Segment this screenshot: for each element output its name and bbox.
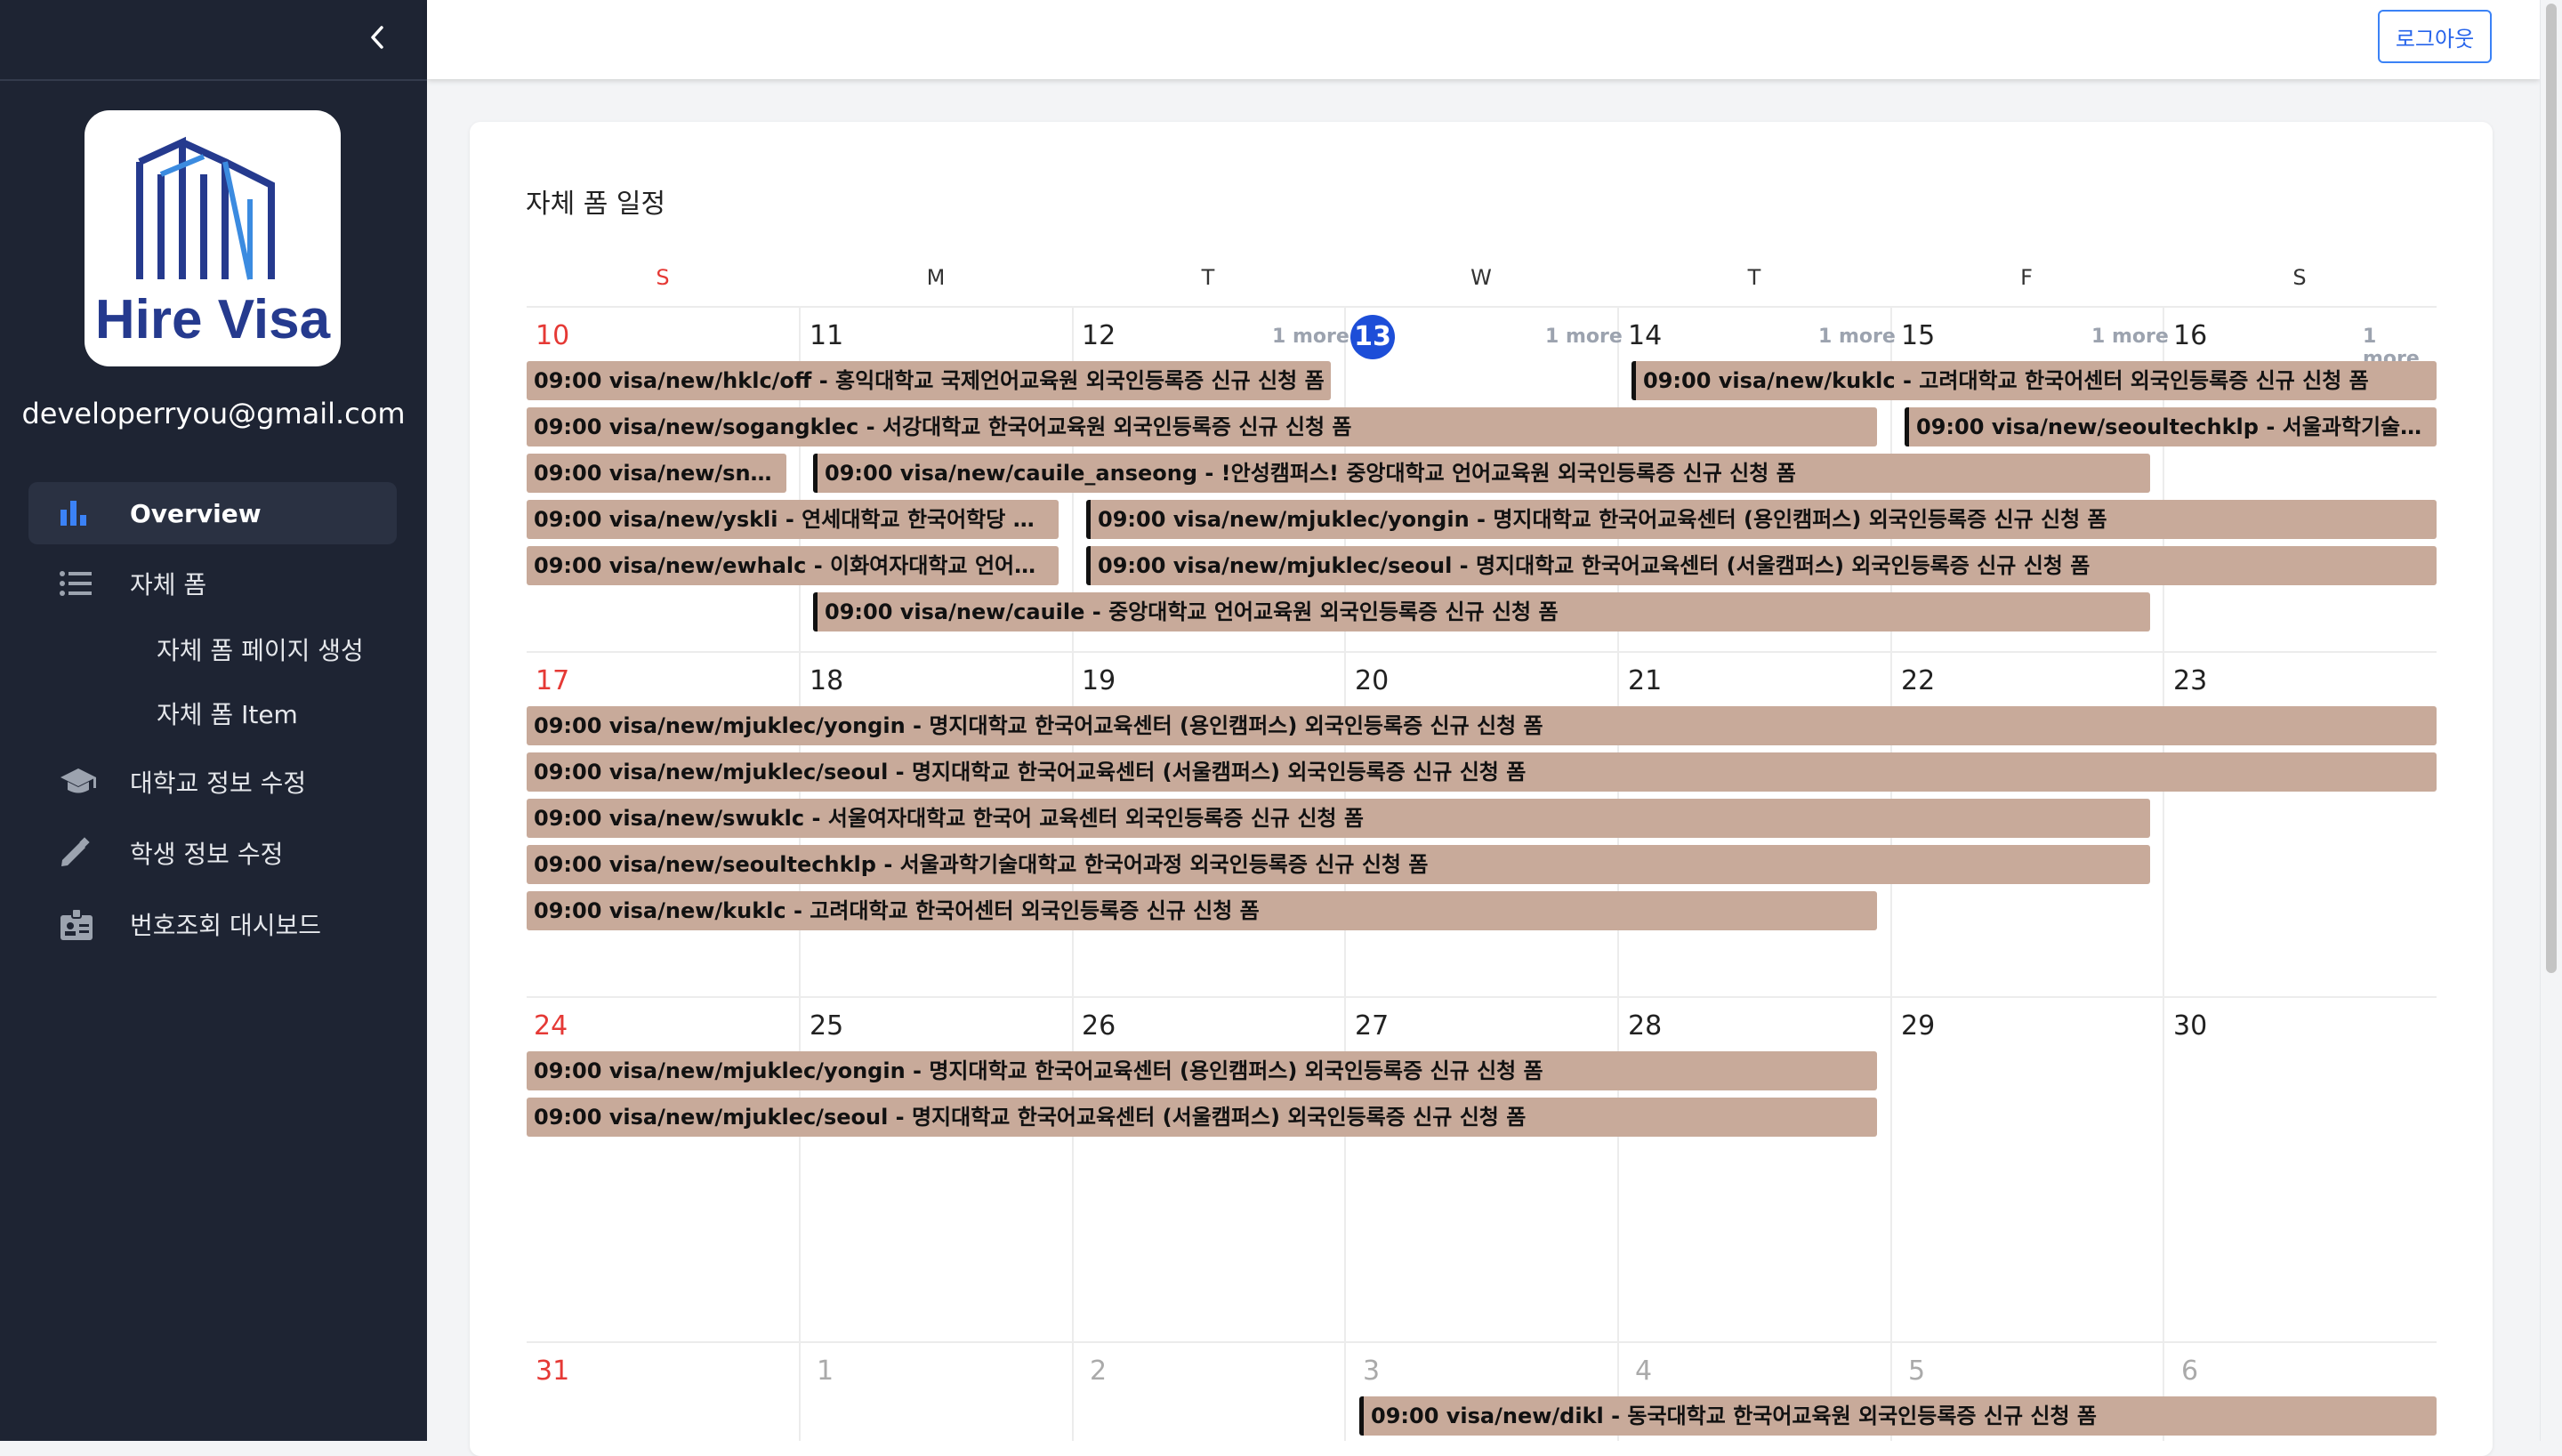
sidebar-item-number-dashboard[interactable]: 번호조회 대시보드 xyxy=(28,893,397,955)
scrollbar-thumb[interactable] xyxy=(2546,4,2557,973)
day-number[interactable]: 30 xyxy=(2173,1010,2207,1042)
graduation-cap-icon xyxy=(59,767,112,797)
day-number[interactable]: 10 xyxy=(536,320,569,352)
more-link[interactable]: 1 more xyxy=(1818,326,1896,348)
sidebar-divider xyxy=(0,79,427,81)
calendar-event[interactable]: 09:00 visa/new/mjuklec/yongin - 명지대학교 한국… xyxy=(1086,500,2437,539)
sidebar-collapse-button[interactable] xyxy=(361,20,393,55)
week-divider xyxy=(527,651,2437,653)
calendar-event[interactable]: 09:00 visa/new/yskli - 연세대학교 한국어학당 외국인등록… xyxy=(527,500,1059,539)
day-number[interactable]: 12 xyxy=(1082,320,1116,352)
day-number[interactable]: 22 xyxy=(1901,665,1935,697)
calendar-event[interactable]: 09:00 visa/new/sogangklec - 서강대학교 한국어교육원… xyxy=(527,407,1877,446)
weekday-header: S xyxy=(656,265,670,290)
page-title: 자체 폼 일정 xyxy=(526,189,666,220)
list-icon xyxy=(59,570,112,597)
calendar-event[interactable]: 09:00 visa/new/dikl - 동국대학교 한국어교육원 외국인등록… xyxy=(1359,1396,2437,1436)
calendar-event[interactable]: 09:00 visa/new/mjuklec/seoul - 명지대학교 한국어… xyxy=(527,752,2437,792)
week-divider xyxy=(527,996,2437,998)
day-number[interactable]: 2 xyxy=(1090,1355,1107,1388)
day-number[interactable]: 20 xyxy=(1355,665,1389,697)
day-number[interactable]: 15 xyxy=(1901,320,1935,352)
header-divider xyxy=(527,306,2437,308)
month-calendar: S M T W T F S 10 11 12 13 14 15 16 1 mor… xyxy=(527,249,2437,1441)
more-link[interactable]: 1 more xyxy=(2091,326,2169,348)
sidebar-item-label: 학생 정보 수정 xyxy=(130,840,284,869)
chevron-left-icon xyxy=(371,26,383,49)
sidebar-item-label: Overview xyxy=(130,498,262,528)
day-number[interactable]: 1 xyxy=(817,1355,834,1388)
weekday-header: F xyxy=(2020,265,2033,290)
pencil-icon xyxy=(59,837,112,869)
calendar-event[interactable]: 09:00 visa/new/seoultechklp - 서울과학기술대학교 … xyxy=(1905,407,2437,446)
calendar-event[interactable]: 09:00 visa/new/mjuklec/yongin - 명지대학교 한국… xyxy=(527,1051,1877,1090)
sidebar-item-label: 번호조회 대시보드 xyxy=(130,911,321,940)
calendar-event[interactable]: 09:00 visa/new/cauile_anseong - !안성캠퍼스! … xyxy=(813,454,2150,493)
day-divider xyxy=(2163,308,2164,1441)
calendar-event[interactable]: 09:00 visa/new/mjuklec/yongin - 명지대학교 한국… xyxy=(527,706,2437,745)
sidebar-item-label: 대학교 정보 수정 xyxy=(130,768,307,798)
calendar-event[interactable]: 09:00 visa/new/mjuklec/seoul - 명지대학교 한국어… xyxy=(1086,546,2437,585)
day-number[interactable]: 23 xyxy=(2173,665,2207,697)
day-number[interactable]: 31 xyxy=(536,1355,569,1388)
user-email: developerryou@gmail.com xyxy=(21,397,406,430)
day-number[interactable]: 17 xyxy=(536,665,569,697)
sidebar-item-overview[interactable]: Overview xyxy=(28,482,397,544)
day-number[interactable]: 25 xyxy=(810,1010,843,1042)
calendar-event[interactable]: 09:00 visa/new/mjuklec/seoul - 명지대학교 한국어… xyxy=(527,1098,1877,1137)
bar-chart-icon xyxy=(59,499,112,527)
weekday-header: M xyxy=(926,265,946,290)
sidebar-subitem-form-item[interactable]: 자체 폼 Item xyxy=(157,696,298,731)
day-number[interactable]: 29 xyxy=(1901,1010,1935,1042)
day-number[interactable]: 18 xyxy=(810,665,843,697)
day-number[interactable]: 14 xyxy=(1628,320,1662,352)
day-number[interactable]: 28 xyxy=(1628,1010,1662,1042)
more-link[interactable]: 1 more xyxy=(1545,326,1623,348)
day-number[interactable]: 26 xyxy=(1082,1010,1116,1042)
calendar-event[interactable]: 09:00 visa/new/ewhalc - 이화여자대학교 언어교육원 외국… xyxy=(527,546,1059,585)
sidebar: Hire Visa developerryou@gmail.com Overvi… xyxy=(0,0,427,1441)
calendar-event[interactable]: 09:00 visa/new/kuklc - 고려대학교 한국어센터 외국인등록… xyxy=(527,891,1877,930)
day-number[interactable]: 5 xyxy=(1908,1355,1925,1388)
calendar-event[interactable]: 09:00 visa/new/hklc/off - 홍익대학교 국제언어교육원 … xyxy=(527,361,1331,400)
id-badge-icon xyxy=(59,906,112,942)
calendar-event[interactable]: 09:00 visa/new/snulei - 서울대학교 언어교육원 외국인등… xyxy=(527,454,786,493)
day-number[interactable]: 4 xyxy=(1635,1355,1652,1388)
today-day-number[interactable]: 13 xyxy=(1350,315,1395,359)
hire-visa-logo[interactable]: Hire Visa xyxy=(85,110,341,366)
weekday-header: T xyxy=(1747,265,1761,290)
sidebar-item-forms[interactable]: 자체 폼 xyxy=(28,552,397,615)
more-link[interactable]: 1 more xyxy=(1272,326,1349,348)
day-number[interactable]: 27 xyxy=(1355,1010,1389,1042)
week-divider xyxy=(527,1341,2437,1343)
calendar-event[interactable]: 09:00 visa/new/cauile - 중앙대학교 언어교육원 외국인등… xyxy=(813,592,2150,631)
top-bar xyxy=(427,0,2540,79)
weekday-header: W xyxy=(1470,265,1492,290)
sidebar-item-student-edit[interactable]: 학생 정보 수정 xyxy=(28,822,397,884)
day-number[interactable]: 3 xyxy=(1363,1355,1380,1388)
weekday-header: S xyxy=(2292,265,2307,290)
page-scrollbar[interactable] xyxy=(2540,0,2562,1441)
day-number[interactable]: 11 xyxy=(810,320,843,352)
calendar-event[interactable]: 09:00 visa/new/swuklc - 서울여자대학교 한국어 교육센터… xyxy=(527,799,2150,838)
sidebar-item-university-edit[interactable]: 대학교 정보 수정 xyxy=(28,751,397,813)
day-number[interactable]: 21 xyxy=(1628,665,1662,697)
day-number[interactable]: 24 xyxy=(534,1010,568,1042)
weekday-header: T xyxy=(1201,265,1215,290)
logo-mark-icon: Hire Visa xyxy=(95,136,331,350)
logo-text: Hire Visa xyxy=(95,289,331,350)
day-number[interactable]: 19 xyxy=(1082,665,1116,697)
calendar-event[interactable]: 09:00 visa/new/kuklc - 고려대학교 한국어센터 외국인등록… xyxy=(1631,361,2437,400)
day-number[interactable]: 16 xyxy=(2173,320,2207,352)
sidebar-item-label: 자체 폼 xyxy=(130,570,207,599)
day-number[interactable]: 6 xyxy=(2181,1355,2198,1388)
logout-button[interactable]: 로그아웃 xyxy=(2378,10,2492,63)
sidebar-subitem-create-form-page[interactable]: 자체 폼 페이지 생성 xyxy=(157,631,364,667)
calendar-event[interactable]: 09:00 visa/new/seoultechklp - 서울과학기술대학교 … xyxy=(527,845,2150,884)
